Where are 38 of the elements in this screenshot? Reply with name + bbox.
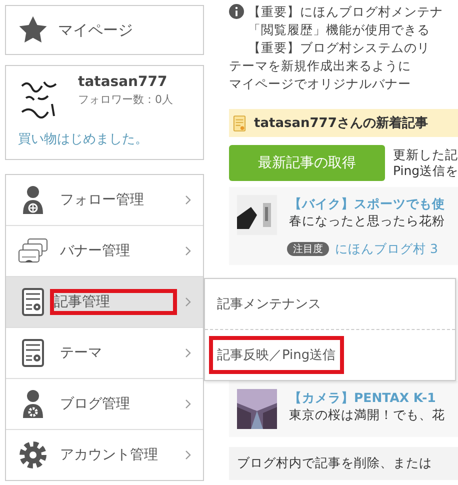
- menu-item[interactable]: アカウント管理: [6, 429, 203, 480]
- menu-label: テーマ: [60, 344, 103, 362]
- attention-tag: 注目度: [287, 242, 329, 256]
- user-name: tatasan777: [78, 74, 168, 90]
- follower-count: フォロワー数：0人: [78, 92, 173, 107]
- notice-link[interactable]: テーマを新規作成出来るように: [229, 57, 443, 75]
- mypage-label: マイページ: [58, 20, 133, 40]
- article-excerpt: 春になったと思ったら花粉: [289, 212, 445, 229]
- menu-label: アカウント管理: [60, 446, 159, 464]
- new-posts-title: tatasan777さんの新着記事: [254, 114, 428, 132]
- notice-link[interactable]: マイページでオリジナルバナー: [229, 75, 443, 93]
- chevron-icon: [185, 348, 191, 358]
- chevron-icon: [185, 297, 191, 307]
- document-icon: [233, 114, 246, 132]
- notice-link[interactable]: 【重要】にほんブログ村メンテナ: [248, 3, 443, 21]
- fetch-note: Ping送信を: [393, 163, 458, 179]
- info-icon: [229, 4, 244, 19]
- chevron-icon: [185, 399, 191, 409]
- gear-icon: [18, 440, 48, 470]
- menu-label: フォロー管理: [60, 191, 145, 209]
- menu-item[interactable]: 記事管理: [6, 276, 203, 327]
- mypage-card[interactable]: マイページ: [5, 5, 204, 55]
- banner-icon: [18, 238, 48, 264]
- notice-link[interactable]: 「閲覧履歴」機能が使用できる: [248, 21, 443, 39]
- menu-label: バナー管理: [60, 242, 131, 260]
- chevron-icon: [185, 246, 191, 256]
- chevron-icon: [185, 195, 191, 205]
- submenu-item[interactable]: 記事メンテナンス: [213, 289, 325, 319]
- notice-link[interactable]: 【重要】ブログ村システムのリ: [248, 39, 443, 57]
- menu-item[interactable]: ブログ管理: [6, 378, 203, 429]
- chevron-icon: [185, 450, 191, 460]
- star-icon: [18, 15, 48, 45]
- menu-label: ブログ管理: [60, 395, 131, 413]
- menu-item[interactable]: フォロー管理: [6, 175, 203, 225]
- fetch-note: 更新した記: [393, 147, 458, 163]
- menu-item[interactable]: テーマ: [6, 327, 203, 378]
- article-excerpt: 東京の桜は満開！でも、花: [289, 406, 445, 423]
- delete-note: ブログ村内で記事を削除、または: [237, 455, 432, 470]
